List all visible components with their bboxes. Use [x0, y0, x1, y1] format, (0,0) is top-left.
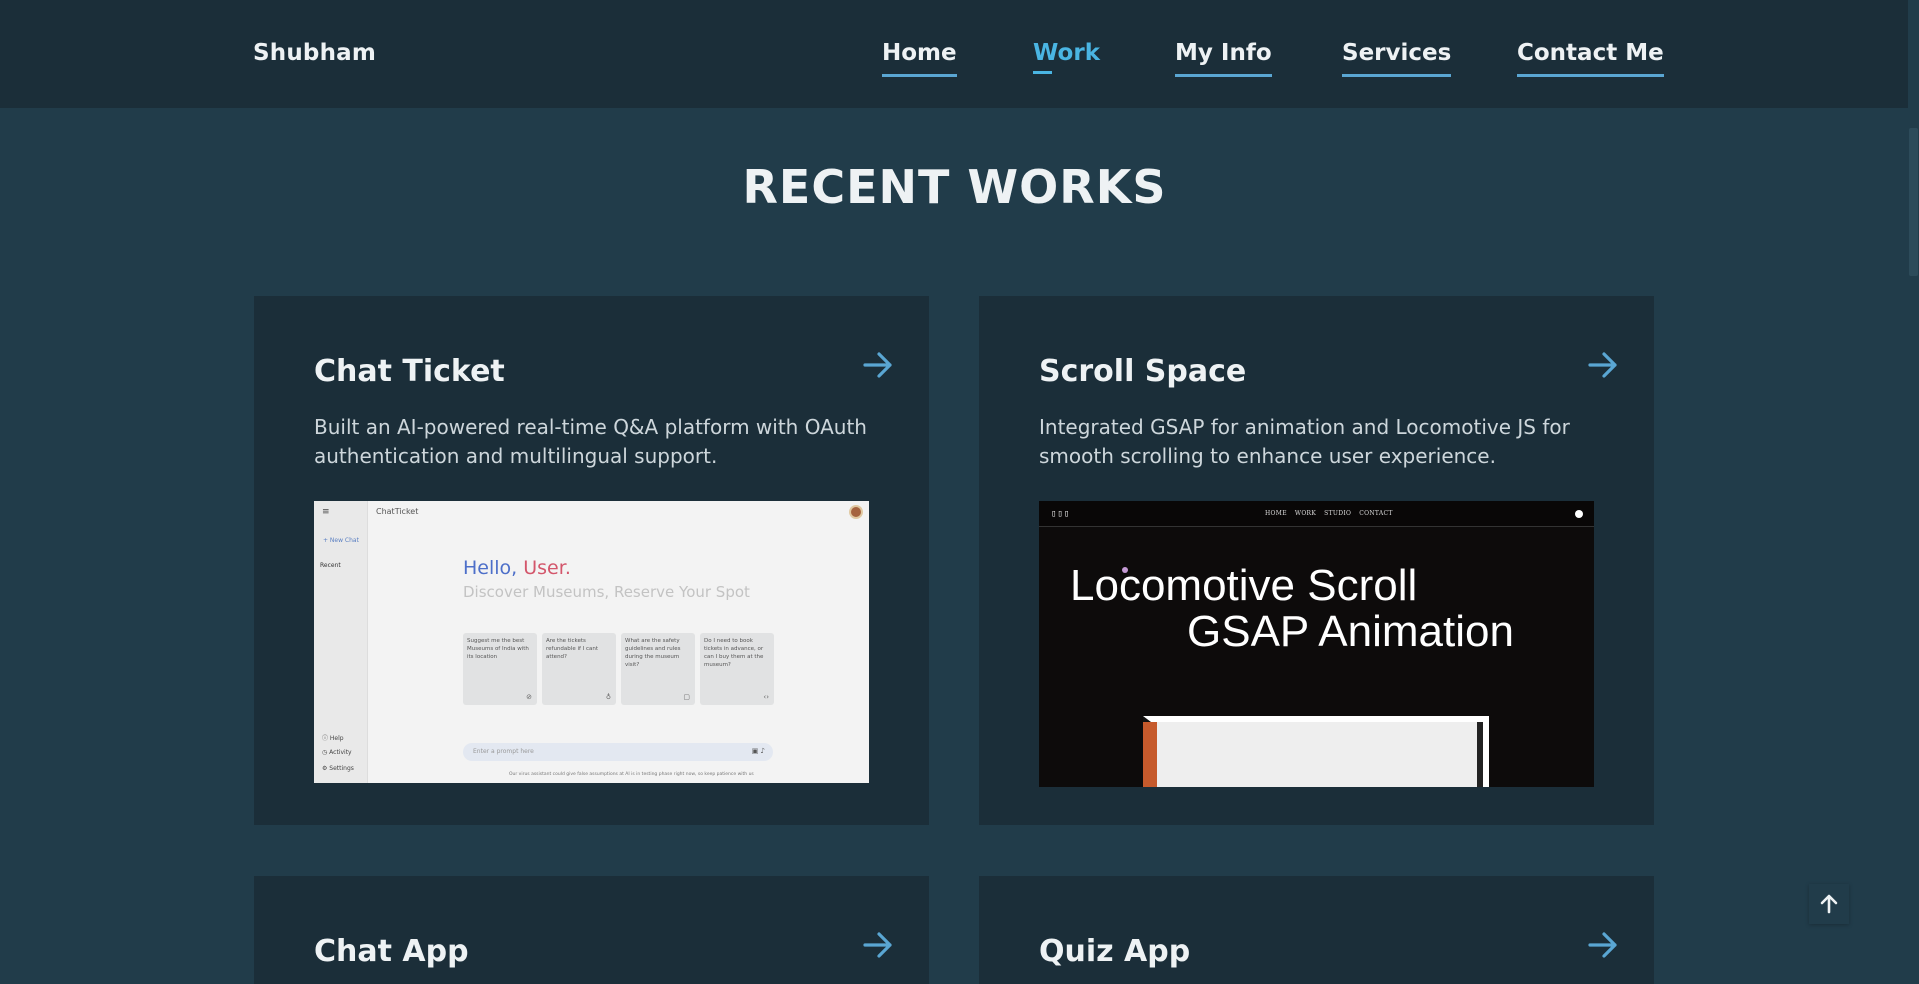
preview-app-name: ChatTicket: [376, 507, 419, 516]
project-preview-image: ▯▯▯ HOME WORK STUDIO CONTACT Locomotive Scr…: [1039, 501, 1594, 787]
nav-contact-me[interactable]: Contact Me: [1517, 40, 1664, 77]
preview-footer-note: Our virus assistant could give false ass…: [509, 772, 754, 777]
nav-services[interactable]: Services: [1342, 40, 1452, 77]
arrow-right-icon[interactable]: [1586, 348, 1620, 382]
preview-recent-label: Recent: [320, 562, 341, 569]
preview-greeting: Hello, User.: [463, 557, 571, 579]
project-preview-image: ≡ + New Chat Recent ⓘ Help ◷ Activity ⚙ …: [314, 501, 869, 783]
preview-new-chat: + New Chat: [323, 537, 359, 544]
preview-device-frame: [1143, 716, 1489, 787]
nav-my-info[interactable]: My Info: [1175, 40, 1272, 77]
arrow-up-icon: [1820, 894, 1838, 914]
preview-nav: HOME WORK STUDIO CONTACT: [1265, 510, 1393, 517]
menu-icon: ≡: [322, 507, 330, 517]
nav-work[interactable]: Work: [1033, 40, 1100, 74]
section-title: RECENT WORKS: [742, 160, 1167, 214]
card-description: Built an AI-powered real-time Q&A platfo…: [314, 415, 867, 468]
arrow-right-icon[interactable]: [1586, 928, 1620, 962]
preview-navbar: ▯▯▯ HOME WORK STUDIO CONTACT: [1039, 501, 1594, 527]
nav-home[interactable]: Home: [882, 40, 957, 77]
code-icon: ‹›: [763, 693, 769, 701]
project-card-scroll-space[interactable]: Scroll Space Integrated GSAP for animati…: [979, 296, 1654, 825]
arrow-right-icon[interactable]: [861, 928, 895, 962]
preview-headline-2: GSAP Animation: [1187, 607, 1514, 656]
preview-subtitle: Discover Museums, Reserve Your Spot: [463, 583, 750, 601]
project-card-quiz-app[interactable]: Quiz App: [979, 876, 1654, 984]
preview-settings: ⚙ Settings: [322, 765, 354, 772]
suggestion-card: What are the safety guidelines and rules…: [621, 633, 695, 705]
preview-prompt-input: Enter a prompt here ▣ ♪: [463, 743, 773, 761]
main-nav: Home Work My Info Services Contact Me: [0, 40, 1919, 80]
card-title: Quiz App: [1039, 934, 1191, 969]
preview-logo: ▯▯▯: [1051, 509, 1071, 519]
suggestion-card: Do I need to book tickets in advance, or…: [700, 633, 774, 705]
preview-sidebar: ≡ + New Chat Recent ⓘ Help ◷ Activity ⚙ …: [314, 501, 368, 783]
preview-headline-1: Locomotive Scroll: [1070, 561, 1418, 610]
back-to-top-button[interactable]: [1809, 884, 1849, 924]
site-header: Shubham Home Work My Info Services Conta…: [0, 0, 1919, 108]
avatar: [849, 505, 863, 519]
bulb-icon: ♁: [605, 693, 611, 701]
scrollbar-thumb[interactable]: [1909, 128, 1918, 276]
arrow-right-icon[interactable]: [861, 348, 895, 382]
card-title: Scroll Space: [1039, 354, 1247, 389]
project-card-chat-ticket[interactable]: Chat Ticket Built an AI-powered real-tim…: [254, 296, 929, 825]
card-description: Integrated GSAP for animation and Locomo…: [1039, 415, 1570, 468]
page-scrollbar[interactable]: [1908, 0, 1919, 984]
suggestion-card: Suggest me the best Museums of India wit…: [463, 633, 537, 705]
compass-icon: ⊘: [526, 693, 532, 701]
preview-help: ⓘ Help: [322, 735, 344, 742]
card-title: Chat App: [314, 934, 469, 969]
project-card-chat-app[interactable]: Chat App: [254, 876, 929, 984]
preview-activity: ◷ Activity: [322, 749, 352, 756]
card-title: Chat Ticket: [314, 354, 505, 389]
suggestion-card: Are the tickets refundable if I cant att…: [542, 633, 616, 705]
cursor-dot-icon: [1575, 510, 1583, 518]
chat-icon: ▢: [683, 693, 690, 701]
image-mic-icon: ▣ ♪: [751, 747, 765, 755]
